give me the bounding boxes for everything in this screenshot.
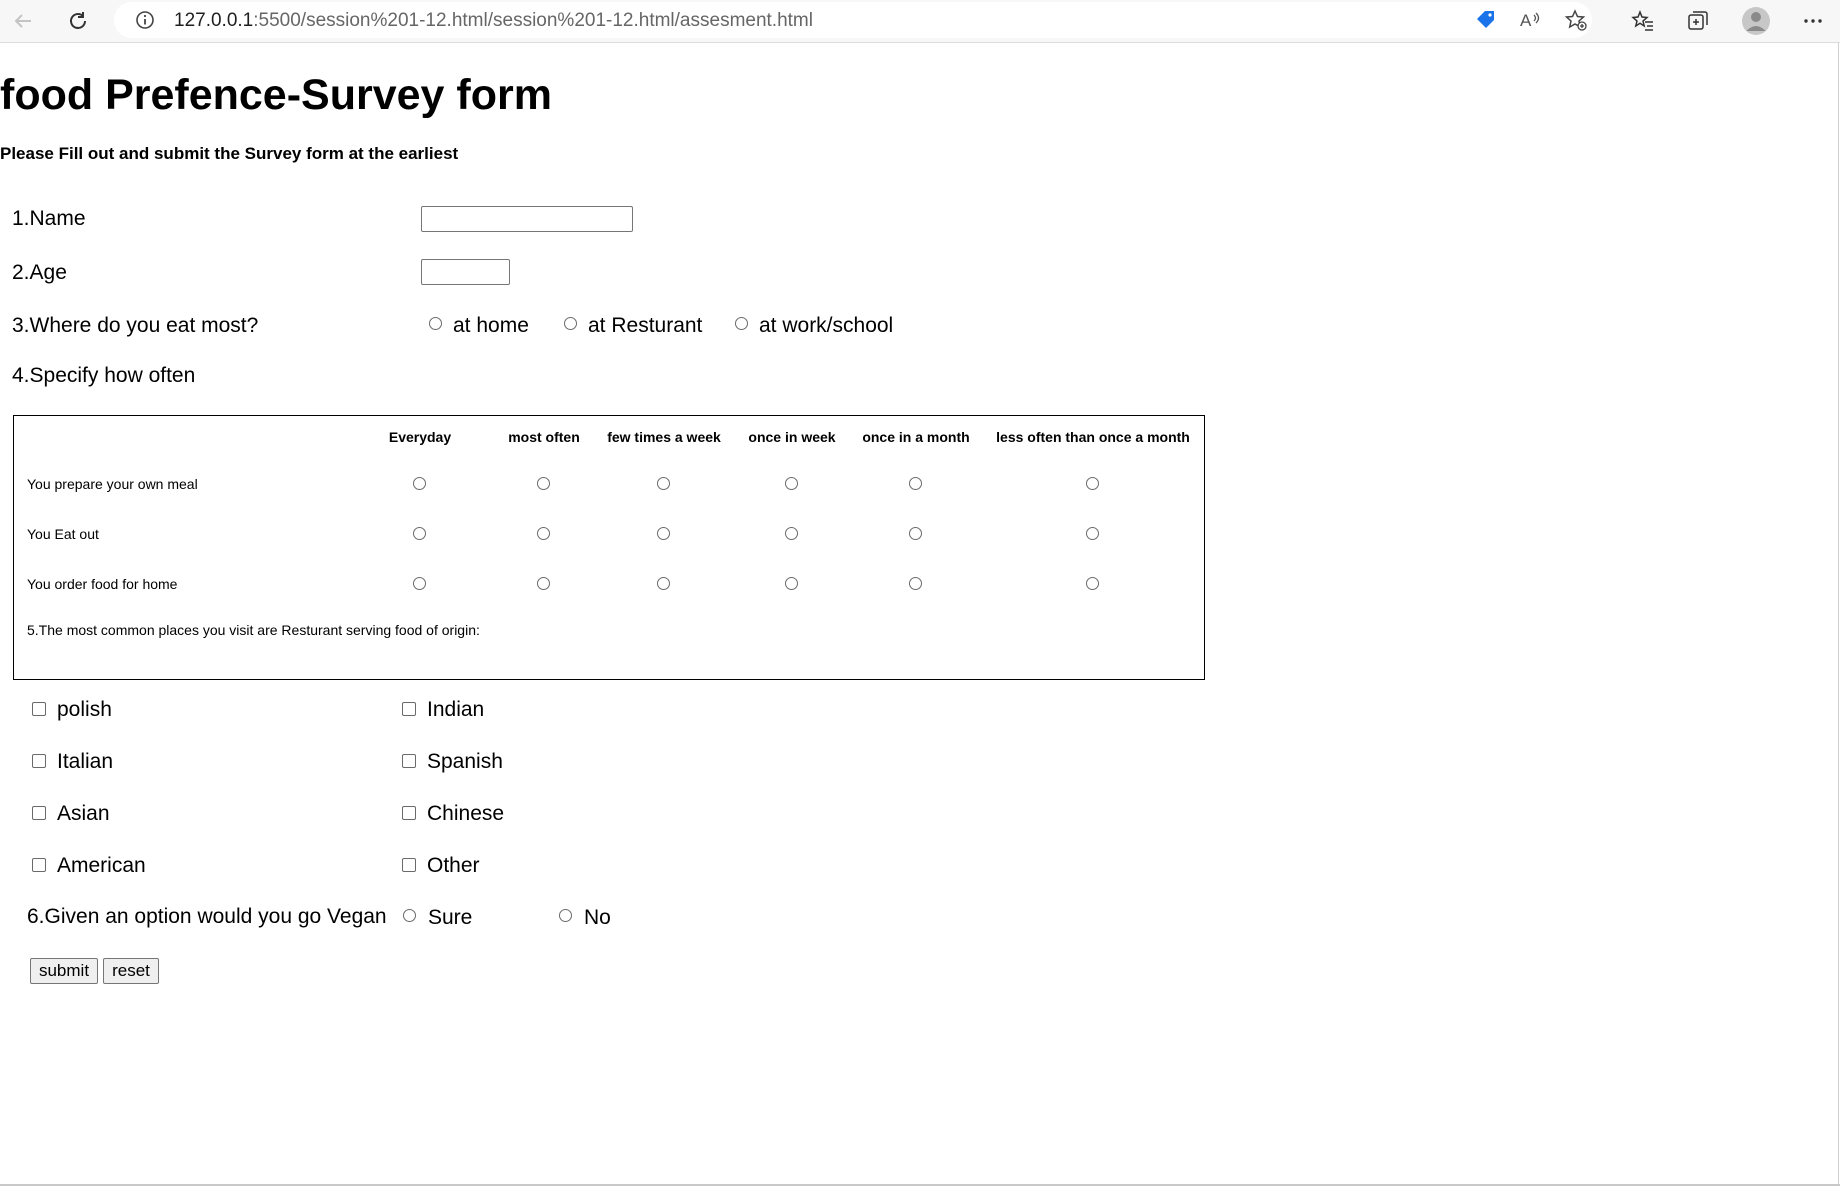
reset-button[interactable]: reset	[103, 958, 159, 984]
favorites-button[interactable]	[1627, 5, 1659, 37]
frequency-radio[interactable]	[909, 477, 922, 490]
asian-checkbox[interactable]	[32, 806, 46, 820]
frequency-radio[interactable]	[657, 527, 670, 540]
indian-checkbox[interactable]	[402, 702, 416, 716]
frequency-radio[interactable]	[657, 477, 670, 490]
col-once-in-month: once in a month	[862, 429, 970, 445]
more-menu-button[interactable]	[1797, 5, 1829, 37]
american-label[interactable]: American	[57, 854, 146, 878]
profile-avatar-icon	[1742, 7, 1770, 35]
col-everyday: Everyday	[388, 429, 452, 445]
reload-icon	[70, 12, 86, 29]
vegan-no-label[interactable]: No	[584, 906, 611, 930]
indian-label[interactable]: Indian	[427, 698, 484, 722]
how-often-label: 4.Specify how often	[12, 364, 196, 387]
col-few-times-week: few times a week	[607, 429, 721, 445]
more-dots-icon	[1804, 19, 1822, 23]
reload-button[interactable]	[63, 6, 93, 36]
favorites-icon	[1631, 9, 1653, 31]
row-order-food: You order food for home	[27, 576, 178, 592]
frequency-radio[interactable]	[413, 527, 426, 540]
frequency-radio[interactable]	[413, 477, 426, 490]
age-input[interactable]	[421, 259, 510, 285]
vegan-sure-label[interactable]: Sure	[428, 906, 472, 930]
browser-toolbar: 127.0.0.1:5500/session%201-12.html/sessi…	[0, 0, 1840, 43]
frequency-radio[interactable]	[909, 527, 922, 540]
frequency-radio[interactable]	[785, 527, 798, 540]
vegan-sure-radio[interactable]	[403, 909, 416, 922]
eat-at-resturant-radio[interactable]	[564, 317, 577, 330]
asian-label[interactable]: Asian	[57, 802, 110, 826]
spanish-checkbox[interactable]	[402, 754, 416, 768]
svg-text:A: A	[1520, 11, 1532, 30]
url-path: :5500/session%201-12.html/session%201-12…	[253, 10, 813, 31]
frequency-radio[interactable]	[1086, 577, 1099, 590]
frequency-radio[interactable]	[1086, 477, 1099, 490]
american-checkbox[interactable]	[32, 858, 46, 872]
row-eat-out: You Eat out	[27, 526, 99, 542]
chinese-label[interactable]: Chinese	[427, 802, 504, 826]
other-checkbox[interactable]	[402, 858, 416, 872]
frequency-radio[interactable]	[909, 577, 922, 590]
col-once-in-week: once in week	[748, 429, 836, 445]
chinese-checkbox[interactable]	[402, 806, 416, 820]
frequency-radio[interactable]	[413, 577, 426, 590]
frequency-radio[interactable]	[657, 577, 670, 590]
col-less-than-month: less often than once a month	[996, 429, 1190, 445]
frequency-radio[interactable]	[537, 577, 550, 590]
col-most-often: most often	[508, 429, 580, 445]
window-edge	[1838, 43, 1839, 1186]
back-arrow-icon	[14, 14, 31, 28]
vegan-no-radio[interactable]	[559, 909, 572, 922]
italian-label[interactable]: Italian	[57, 750, 113, 774]
name-input[interactable]	[421, 206, 633, 232]
submit-button[interactable]: submit	[30, 958, 98, 984]
eat-at-resturant-label[interactable]: at Resturant	[588, 314, 702, 338]
back-button[interactable]	[8, 6, 38, 36]
profile-button[interactable]	[1740, 5, 1772, 37]
polish-checkbox[interactable]	[32, 702, 46, 716]
name-label: 1.Name	[12, 207, 86, 230]
spanish-label[interactable]: Spanish	[427, 750, 503, 774]
frequency-radio[interactable]	[537, 477, 550, 490]
shopping-tag-icon[interactable]	[1474, 9, 1496, 31]
page-subtitle: Please Fill out and submit the Survey fo…	[0, 144, 459, 163]
eat-most-label: 3.Where do you eat most?	[12, 314, 259, 337]
collections-button[interactable]	[1682, 5, 1714, 37]
frequency-radio[interactable]	[537, 527, 550, 540]
eat-at-work-label[interactable]: at work/school	[759, 314, 893, 338]
site-info-icon[interactable]	[135, 10, 155, 30]
eat-at-work-radio[interactable]	[735, 317, 748, 330]
collections-icon	[1688, 11, 1708, 30]
italian-checkbox[interactable]	[32, 754, 46, 768]
other-label[interactable]: Other	[427, 854, 480, 878]
age-label: 2.Age	[12, 261, 67, 284]
eat-at-home-label[interactable]: at home	[453, 314, 529, 338]
polish-label[interactable]: polish	[57, 698, 112, 722]
frequency-radio[interactable]	[1086, 527, 1099, 540]
eat-at-home-radio[interactable]	[429, 317, 442, 330]
origin-label: 5.The most common places you visit are R…	[27, 622, 480, 638]
page-title: food Prefence-Survey form	[0, 71, 552, 119]
row-prepare-meal: You prepare your own meal	[27, 476, 198, 492]
vegan-label: 6.Given an option would you go Vegan	[27, 905, 387, 928]
address-bar[interactable]: 127.0.0.1:5500/session%201-12.html/sessi…	[114, 2, 1592, 38]
read-aloud-icon[interactable]: A	[1519, 9, 1543, 31]
url-host: 127.0.0.1	[174, 10, 254, 31]
url-text[interactable]: 127.0.0.1:5500/session%201-12.html/sessi…	[174, 10, 813, 32]
add-favorite-icon[interactable]	[1564, 8, 1588, 32]
frequency-radio[interactable]	[785, 577, 798, 590]
frequency-radio[interactable]	[785, 477, 798, 490]
frequency-table: Everyday most often few times a week onc…	[13, 415, 1205, 680]
